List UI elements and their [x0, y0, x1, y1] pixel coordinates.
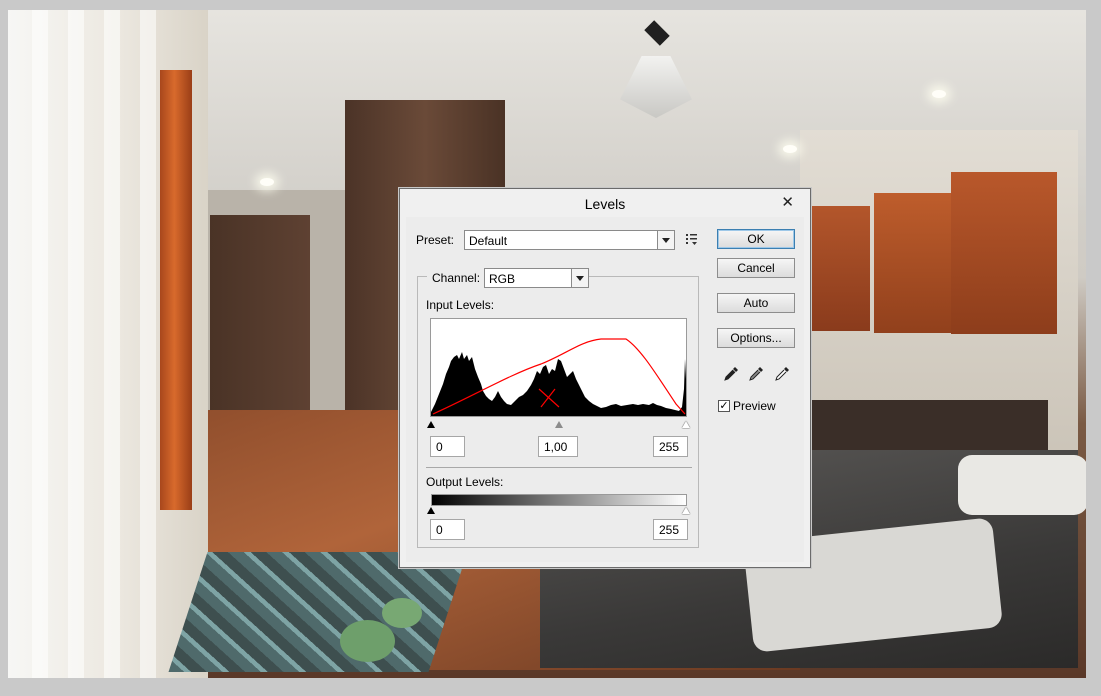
hallway-door	[210, 215, 310, 415]
canvas-edge	[1086, 10, 1101, 678]
input-black-point-slider[interactable]	[427, 421, 435, 428]
preview-label: Preview	[733, 399, 776, 413]
separator	[426, 467, 692, 468]
output-white-field[interactable]: 255	[653, 519, 688, 540]
output-black-field[interactable]: 0	[430, 519, 465, 540]
output-gradient-bar	[431, 494, 687, 506]
preset-value: Default	[469, 234, 508, 248]
input-white-point-slider[interactable]	[682, 421, 690, 428]
gray-eyedropper-icon[interactable]	[747, 365, 765, 383]
wall-art-panel	[874, 193, 956, 333]
cancel-button[interactable]: Cancel	[717, 258, 795, 278]
slipper	[382, 598, 422, 628]
chevron-down-icon[interactable]	[571, 269, 588, 287]
ok-button[interactable]: OK	[717, 229, 795, 249]
ceiling-spotlight	[783, 145, 797, 153]
ceiling-spotlight	[260, 178, 274, 186]
histogram-graph	[431, 338, 686, 416]
black-eyedropper-icon[interactable]	[722, 365, 740, 383]
input-levels-label: Input Levels:	[426, 298, 495, 312]
auto-button[interactable]: Auto	[717, 293, 795, 313]
ceiling-spotlight	[932, 90, 946, 98]
slipper	[340, 620, 395, 662]
preset-menu-icon[interactable]	[685, 232, 699, 246]
preview-checkbox[interactable]: ✓	[718, 400, 730, 412]
input-white-field[interactable]: 255	[653, 436, 688, 457]
dresser	[800, 400, 1048, 452]
wall-art-panel	[951, 172, 1057, 334]
channel-label: Channel:	[427, 271, 486, 285]
pillow	[958, 455, 1086, 515]
output-black-slider[interactable]	[427, 507, 435, 514]
output-levels-label: Output Levels:	[426, 475, 504, 489]
orange-curtain	[160, 70, 192, 510]
input-gamma-slider[interactable]	[555, 421, 563, 428]
chevron-down-icon[interactable]	[657, 231, 674, 249]
wall-art-panel	[808, 206, 870, 331]
output-white-slider[interactable]	[682, 507, 690, 514]
dialog-titlebar[interactable]: Levels ✕	[400, 189, 810, 217]
preset-label: Preset:	[416, 233, 455, 247]
rug	[168, 552, 468, 672]
histogram	[430, 318, 687, 417]
channel-dropdown[interactable]: RGB	[484, 268, 589, 288]
options-button[interactable]: Options...	[717, 328, 795, 348]
input-black-field[interactable]: 0	[430, 436, 465, 457]
input-gamma-field[interactable]: 1,00	[538, 436, 578, 457]
dialog-title: Levels	[584, 196, 626, 212]
close-icon[interactable]: ✕	[781, 193, 794, 211]
preset-dropdown[interactable]: Default	[464, 230, 675, 250]
white-eyedropper-icon[interactable]	[773, 365, 791, 383]
channel-value: RGB	[489, 272, 516, 286]
